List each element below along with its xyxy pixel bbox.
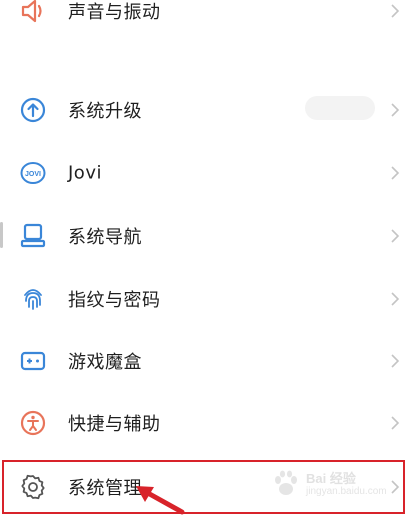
settings-item-label: 游戏魔盒 xyxy=(68,352,142,373)
settings-item-label: 系统升级 xyxy=(68,101,142,122)
chevron-right-icon xyxy=(391,103,400,117)
settings-item-label: 快捷与辅助 xyxy=(68,414,161,435)
svg-text:JOVI: JOVI xyxy=(25,171,41,178)
speaker-icon xyxy=(18,0,48,26)
chevron-right-icon xyxy=(391,480,400,494)
accessibility-icon xyxy=(18,408,48,438)
settings-item-fingerprint-password[interactable]: 指纹与密码 xyxy=(0,268,410,330)
settings-item-label: 指纹与密码 xyxy=(68,290,161,311)
chevron-right-icon xyxy=(391,4,400,18)
navigation-icon xyxy=(18,221,48,251)
settings-item-system-management[interactable]: 系统管理 xyxy=(0,456,410,516)
settings-item-label: 系统管理 xyxy=(68,478,142,499)
settings-item-sound-vibration[interactable]: 声音与振动 xyxy=(0,0,410,42)
settings-item-system-upgrade[interactable]: 系统升级 xyxy=(0,79,410,141)
settings-item-shortcuts-accessibility[interactable]: 快捷与辅助 xyxy=(0,392,410,454)
settings-item-label: 系统导航 xyxy=(68,227,142,248)
settings-item-game-box[interactable]: 游戏魔盒 xyxy=(0,330,410,392)
chevron-right-icon xyxy=(391,229,400,243)
game-box-icon xyxy=(18,346,48,376)
settings-item-system-navigation[interactable]: 系统导航 xyxy=(0,205,410,267)
settings-item-label: Jovi xyxy=(68,162,102,184)
fingerprint-icon xyxy=(18,284,48,314)
chevron-right-icon xyxy=(391,354,400,368)
settings-item-jovi[interactable]: JOVI Jovi xyxy=(0,142,410,204)
chevron-right-icon xyxy=(391,166,400,180)
upgrade-arrow-icon xyxy=(18,95,48,125)
chevron-right-icon xyxy=(391,292,400,306)
gear-icon xyxy=(18,472,48,502)
chevron-right-icon xyxy=(391,416,400,430)
settings-item-label: 声音与振动 xyxy=(68,2,161,23)
settings-screen: 声音与振动 系统升级 JOVI Jovi 系统导航 指纹与密码 游戏魔盒 快捷与… xyxy=(0,0,410,516)
jovi-icon: JOVI xyxy=(18,158,48,188)
